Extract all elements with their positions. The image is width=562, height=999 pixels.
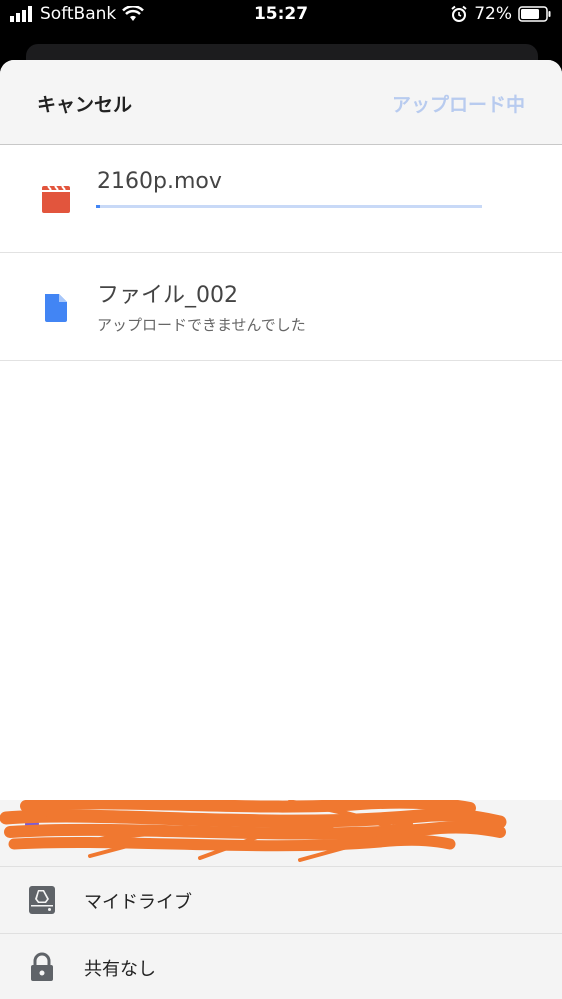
destination-my-drive[interactable]: マイドライブ xyxy=(0,867,562,934)
upload-progress-bar xyxy=(96,205,482,208)
video-clapper-icon xyxy=(42,185,70,213)
sheet-header: キャンセル アップロード中 xyxy=(0,60,562,145)
file-row-document: ファイル_002 アップロードできませんでした xyxy=(0,253,562,361)
file-row-video: 2160p.mov xyxy=(0,145,562,253)
status-bar: SoftBank 15:27 72% xyxy=(0,0,562,34)
drive-icon xyxy=(29,886,55,914)
upload-sheet: キャンセル アップロード中 2160p.mov ファイル_002 アップロードで… xyxy=(0,60,562,999)
uploading-status: アップロード中 xyxy=(391,94,525,116)
destination-panel: マイドライブ 共有なし xyxy=(0,800,562,999)
upload-progress-fill xyxy=(96,205,100,208)
sharing-label: 共有なし xyxy=(84,959,156,980)
document-icon xyxy=(45,294,67,322)
file-name: 2160p.mov xyxy=(97,169,222,194)
file-name: ファイル_002 xyxy=(97,283,238,308)
alarm-icon xyxy=(451,5,467,22)
destination-sharing[interactable]: 共有なし xyxy=(0,934,562,999)
my-drive-label: マイドライブ xyxy=(84,892,192,913)
battery-icon xyxy=(518,6,551,22)
account-row[interactable] xyxy=(0,800,562,867)
lock-icon xyxy=(31,952,53,981)
status-right: 72% xyxy=(450,4,552,24)
battery-percent: 72% xyxy=(474,4,512,24)
cancel-button[interactable]: キャンセル xyxy=(37,90,132,117)
redaction-scribble xyxy=(0,800,507,862)
upload-error-text: アップロードできませんでした xyxy=(97,316,306,334)
